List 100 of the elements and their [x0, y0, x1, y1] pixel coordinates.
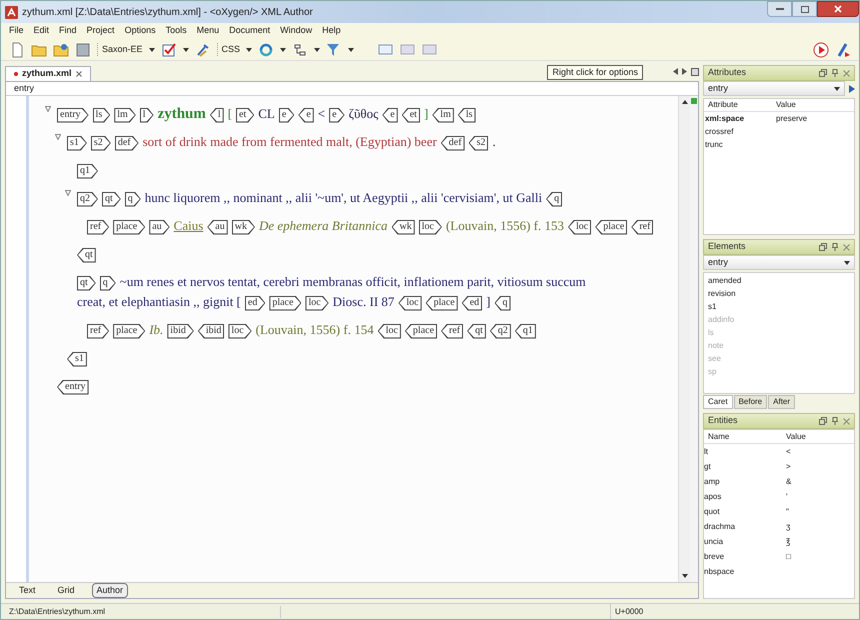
start-tag[interactable]: q	[100, 276, 116, 291]
menu-item[interactable]: File	[9, 24, 24, 38]
start-tag[interactable]: e	[278, 108, 294, 123]
end-tag[interactable]: ref	[631, 220, 654, 235]
element-dropdown[interactable]: entry	[703, 81, 845, 96]
menu-item[interactable]: Find	[59, 24, 77, 38]
caret-icon[interactable]	[844, 260, 850, 264]
attribute-name[interactable]: xml:space	[704, 112, 772, 125]
minimize-button[interactable]	[767, 1, 792, 17]
list-icon[interactable]	[691, 68, 699, 76]
menu-item[interactable]: Tools	[166, 24, 187, 38]
restore-icon[interactable]	[819, 243, 827, 251]
end-tag[interactable]: loc	[378, 324, 401, 339]
pin-icon[interactable]	[832, 417, 838, 425]
menu-item[interactable]: Menu	[196, 24, 220, 38]
end-tag[interactable]: ed	[462, 296, 482, 311]
attribute-name[interactable]: trunc	[704, 138, 772, 151]
entity-name[interactable]: lt	[704, 444, 782, 459]
end-tag[interactable]: ref	[441, 324, 464, 339]
element-dropdown[interactable]: entry	[703, 255, 855, 270]
menu-item[interactable]: Project	[86, 24, 115, 38]
start-tag[interactable]: l	[140, 108, 154, 123]
entity-value[interactable]: ℥	[782, 534, 794, 549]
end-tag[interactable]: def	[440, 136, 465, 151]
end-tag[interactable]: qt	[467, 324, 486, 339]
column-header[interactable]: Value	[782, 430, 810, 443]
start-tag[interactable]: s2	[90, 136, 111, 151]
start-tag[interactable]: ls	[92, 108, 110, 123]
close-icon[interactable]	[843, 70, 850, 76]
tree-icon[interactable]	[292, 42, 308, 58]
maximize-button[interactable]	[792, 1, 817, 17]
close-icon[interactable]	[76, 71, 82, 77]
start-tag[interactable]: wk	[232, 220, 255, 235]
close-button[interactable]	[817, 1, 859, 17]
start-tag[interactable]: et	[236, 108, 254, 123]
start-tag[interactable]: ibid	[167, 324, 194, 339]
entity-name[interactable]: drachma	[704, 519, 782, 534]
end-tag[interactable]: ibid	[198, 324, 224, 339]
view-tab[interactable]: Grid	[52, 582, 80, 598]
pin-icon[interactable]	[832, 243, 838, 251]
element-item[interactable]: revision	[708, 287, 850, 300]
validate-icon[interactable]	[160, 42, 177, 58]
entity-name[interactable]: gt	[704, 459, 782, 474]
element-item[interactable]: s1	[708, 300, 850, 313]
element-item[interactable]: amended	[708, 274, 850, 287]
end-tag[interactable]: s1	[67, 352, 87, 367]
dropdown-icon[interactable]	[246, 48, 252, 52]
scrollbar[interactable]	[678, 96, 690, 582]
start-tag[interactable]: q1	[77, 164, 98, 179]
menu-item[interactable]: Options	[124, 24, 156, 38]
collapse-icon[interactable]	[65, 190, 71, 196]
end-tag[interactable]: au	[207, 220, 228, 235]
entity-value[interactable]: '	[782, 489, 792, 504]
start-tag[interactable]: def	[114, 136, 139, 151]
end-tag[interactable]: s2	[468, 136, 488, 151]
pin-icon[interactable]	[832, 69, 838, 77]
entity-name[interactable]: breve	[704, 549, 782, 564]
entity-name[interactable]: quot	[704, 504, 782, 519]
start-tag[interactable]: ref	[87, 324, 110, 339]
end-tag[interactable]: q	[546, 192, 562, 207]
breadcrumb-item[interactable]: entry	[14, 82, 34, 96]
play-icon[interactable]	[813, 42, 829, 58]
start-tag[interactable]: loc	[228, 324, 252, 339]
start-tag[interactable]: au	[149, 220, 170, 235]
end-tag[interactable]: loc	[398, 296, 422, 311]
entity-value[interactable]: >	[782, 459, 795, 474]
end-tag[interactable]: q2	[490, 324, 511, 339]
end-tag[interactable]: q	[494, 296, 511, 311]
entity-name[interactable]: uncia	[704, 534, 782, 549]
end-tag[interactable]: l	[210, 108, 224, 123]
panel-tab[interactable]: Before	[734, 395, 768, 409]
menu-item[interactable]: Help	[322, 24, 341, 38]
end-tag[interactable]: e	[382, 108, 398, 123]
entity-name[interactable]: apos	[704, 489, 782, 504]
start-tag[interactable]: loc	[418, 220, 442, 235]
scroll-up-icon[interactable]	[682, 100, 688, 104]
end-tag[interactable]: ls	[458, 108, 476, 123]
entity-value[interactable]: □	[782, 549, 795, 564]
end-tag[interactable]: place	[426, 296, 458, 311]
close-icon[interactable]	[843, 418, 850, 424]
attribute-value[interactable]: preserve	[772, 112, 812, 125]
start-tag[interactable]: place	[113, 324, 146, 339]
caret-icon[interactable]	[834, 86, 840, 90]
end-tag[interactable]: e	[298, 108, 314, 123]
forward-icon[interactable]	[849, 84, 855, 92]
menu-item[interactable]: Window	[280, 24, 312, 38]
save-icon[interactable]	[75, 42, 91, 58]
menu-item[interactable]: Edit	[34, 24, 50, 38]
start-tag[interactable]: place	[113, 220, 146, 235]
start-tag[interactable]: ed	[244, 296, 266, 311]
start-tag[interactable]: qt	[102, 192, 121, 207]
start-tag[interactable]: q	[124, 192, 141, 207]
close-icon[interactable]	[843, 244, 850, 250]
column-header[interactable]: Attribute	[704, 99, 772, 111]
restore-icon[interactable]	[819, 69, 827, 77]
entity-name[interactable]: nbspace	[704, 564, 782, 579]
end-tag[interactable]: qt	[77, 248, 96, 263]
start-tag[interactable]: ref	[87, 220, 110, 235]
restore-icon[interactable]	[819, 417, 827, 425]
start-tag[interactable]: q2	[77, 192, 98, 207]
